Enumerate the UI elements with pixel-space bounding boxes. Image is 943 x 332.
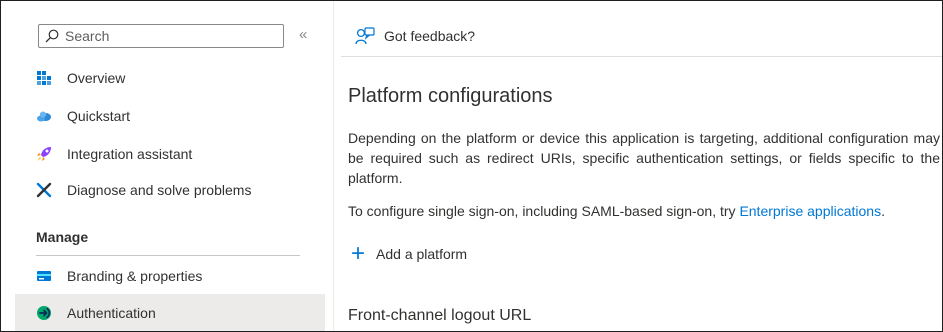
- cloud-icon: [36, 108, 52, 124]
- overview-grid-icon: [36, 70, 52, 86]
- sso-hint-period: .: [881, 203, 885, 219]
- feedback-person-icon: [355, 27, 375, 45]
- collapse-sidebar-button[interactable]: «: [299, 26, 307, 43]
- section-title-manage: Manage: [36, 229, 89, 245]
- sso-hint-text: To configure single sign-on, including S…: [348, 203, 740, 219]
- sidebar-item-overview[interactable]: Overview: [15, 59, 325, 97]
- sidebar-item-quickstart[interactable]: Quickstart: [15, 97, 325, 135]
- sidebar-item-label: Overview: [67, 70, 126, 86]
- sidebar: Search « Overview Quickstart Integration…: [1, 1, 334, 331]
- command-bar: Got feedback?: [334, 1, 942, 57]
- sidebar-item-label: Branding & properties: [67, 268, 203, 284]
- section-divider: [36, 255, 300, 256]
- sidebar-item-integration-assistant[interactable]: Integration assistant: [15, 135, 325, 173]
- page-title: Platform configurations: [348, 85, 553, 107]
- sidebar-item-diagnose[interactable]: Diagnose and solve problems: [15, 171, 325, 209]
- authentication-icon: [36, 305, 52, 321]
- sidebar-item-branding[interactable]: Branding & properties: [15, 257, 325, 295]
- sidebar-item-authentication[interactable]: Authentication: [15, 294, 325, 331]
- wrench-cross-icon: [36, 182, 52, 198]
- branding-icon: [36, 268, 52, 284]
- sidebar-item-label: Quickstart: [67, 108, 131, 124]
- feedback-button[interactable]: Got feedback?: [355, 27, 475, 45]
- platform-description: Depending on the platform or device this…: [348, 130, 940, 186]
- app-frame: Search « Overview Quickstart Integration…: [0, 0, 943, 332]
- sidebar-item-label: Authentication: [67, 305, 156, 321]
- sso-hint: To configure single sign-on, including S…: [348, 203, 885, 219]
- search-placeholder: Search: [65, 28, 110, 44]
- search-icon: [45, 29, 59, 43]
- toolbar-divider: [341, 56, 942, 57]
- search-input[interactable]: Search: [38, 24, 284, 48]
- add-platform-label: Add a platform: [376, 246, 468, 262]
- feedback-label: Got feedback?: [384, 28, 476, 44]
- add-platform-button[interactable]: + Add a platform: [351, 240, 468, 267]
- front-channel-logout-heading: Front-channel logout URL: [348, 307, 532, 324]
- sidebar-item-label: Integration assistant: [67, 146, 193, 162]
- rocket-icon: [36, 146, 52, 162]
- sidebar-item-label: Diagnose and solve problems: [67, 182, 252, 198]
- plus-icon: +: [351, 240, 366, 267]
- enterprise-applications-link[interactable]: Enterprise applications: [739, 203, 881, 219]
